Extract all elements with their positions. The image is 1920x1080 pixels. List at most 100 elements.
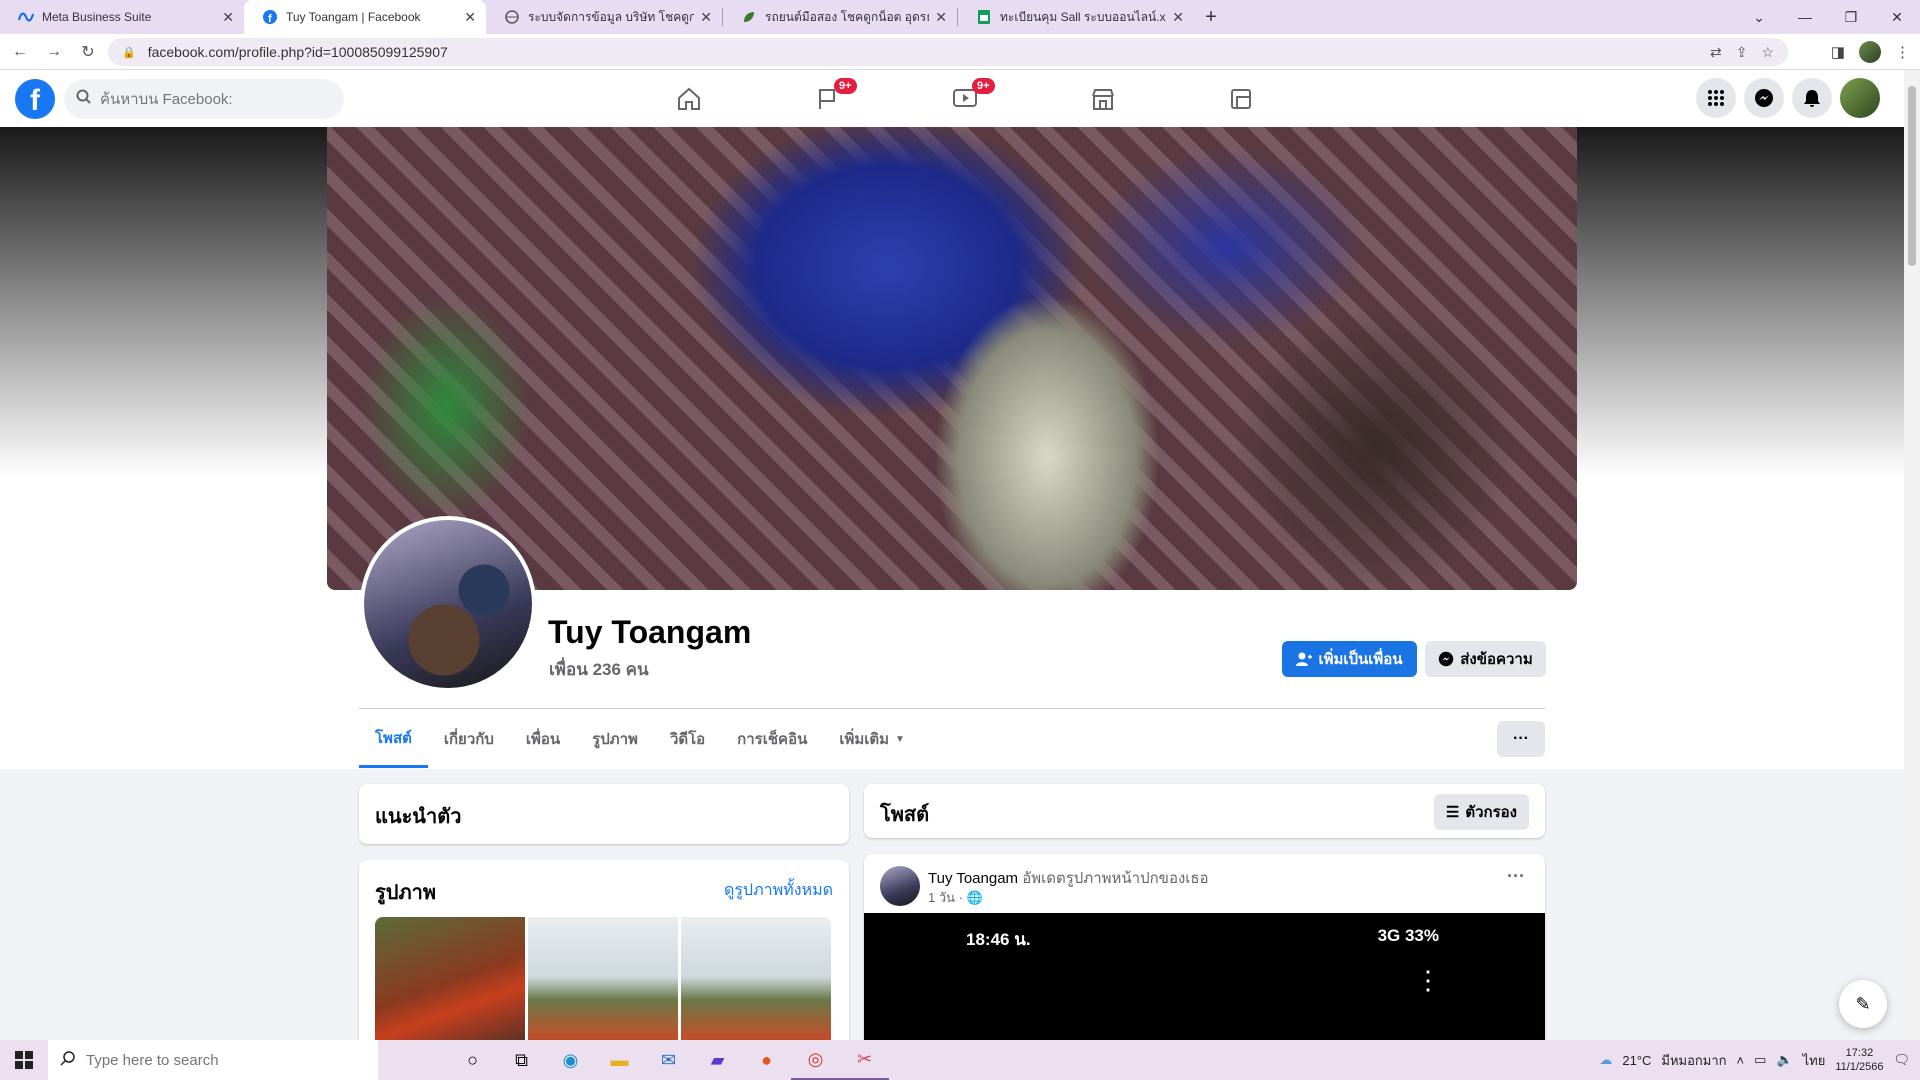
nav-watch[interactable]: 9+ bbox=[896, 70, 1034, 127]
close-icon[interactable]: ✕ bbox=[464, 9, 476, 26]
nav-pages[interactable]: 9+ bbox=[758, 70, 896, 127]
volume-icon[interactable]: 🔈 bbox=[1776, 1052, 1792, 1068]
side-panel-icon[interactable]: ◨ bbox=[1831, 43, 1845, 61]
new-message-compose-icon[interactable]: ✎ bbox=[1839, 980, 1887, 1028]
facebook-logo[interactable]: f bbox=[15, 79, 55, 119]
menu-grid-icon[interactable] bbox=[1696, 78, 1736, 118]
tab-checkins[interactable]: การเช็คอิน bbox=[721, 710, 823, 768]
close-icon[interactable]: ✕ bbox=[222, 9, 234, 26]
snipping-tool-icon[interactable]: ✂ bbox=[840, 1040, 889, 1080]
bookmark-star-icon[interactable]: ☆ bbox=[1761, 44, 1774, 61]
url-field[interactable]: 🔒 facebook.com/profile.php?id=1000850991… bbox=[108, 38, 1788, 66]
cover-photo[interactable] bbox=[327, 127, 1577, 590]
tab-friends[interactable]: เพื่อน bbox=[510, 710, 576, 768]
intro-title: แนะนำตัว bbox=[375, 806, 462, 828]
close-icon[interactable]: ✕ bbox=[1172, 9, 1184, 26]
nav-marketplace[interactable] bbox=[1034, 70, 1172, 127]
tab-sheets[interactable]: ทะเบียนคุม Sall ระบบออนไลน์.xlsx - G ✕ bbox=[958, 0, 1194, 34]
tab-company-system[interactable]: ระบบจัดการข้อมูล บริษัท โชคดูกน็อต ยุ ✕ bbox=[486, 0, 722, 34]
close-icon[interactable]: ✕ bbox=[700, 9, 712, 26]
search-icon bbox=[60, 1050, 76, 1070]
forward-icon[interactable]: → bbox=[40, 43, 68, 61]
post-author-avatar[interactable] bbox=[880, 866, 920, 906]
tab-meta-business-suite[interactable]: Meta Business Suite ✕ bbox=[0, 0, 244, 34]
tab-used-cars[interactable]: รถยนต์มือสอง โชคดูกน็อต อุดรธานี ✕ bbox=[723, 0, 957, 34]
add-friend-button[interactable]: เพิ่มเป็นเพื่อน bbox=[1282, 641, 1417, 677]
image-kebab-icon: ⋮ bbox=[1415, 965, 1441, 995]
search-icon bbox=[76, 89, 92, 109]
friend-count[interactable]: เพื่อน 236 คน bbox=[549, 656, 649, 683]
profile-more-options-button[interactable]: ··· bbox=[1497, 721, 1545, 757]
windows-taskbar: ○ ⧉ ◉ ▬ ✉ ▰ ● ◎ ✂ ☁ 21°C มีหมอกมาก ˄ ▭ 🔈… bbox=[0, 1040, 1920, 1080]
address-bar-row: ← → ↻ 🔒 facebook.com/profile.php?id=1000… bbox=[0, 34, 1920, 70]
notification-center-icon[interactable]: 🗨 bbox=[1893, 1052, 1910, 1068]
clock[interactable]: 17:32 11/1/2566 bbox=[1835, 1046, 1883, 1074]
profile-picture[interactable] bbox=[360, 516, 536, 692]
see-all-photos-link[interactable]: ดูรูปภาพทั้งหมด bbox=[724, 878, 833, 903]
close-window-icon[interactable]: ✕ bbox=[1874, 9, 1920, 26]
post-meta: 1 วัน · 🌐 bbox=[928, 887, 983, 908]
tab-more[interactable]: เพิ่มเติม ▼ bbox=[823, 710, 921, 768]
restore-icon[interactable]: ❐ bbox=[1828, 9, 1874, 26]
messenger-icon[interactable] bbox=[1744, 78, 1784, 118]
photo-thumbnail[interactable] bbox=[375, 917, 525, 1060]
input-language[interactable]: ไทย bbox=[1803, 1050, 1826, 1071]
new-tab-button[interactable]: + bbox=[1194, 6, 1228, 29]
scrollbar-thumb[interactable] bbox=[1908, 86, 1916, 266]
post-image[interactable]: 18:46 น. 3G 33% ⋮ bbox=[864, 913, 1545, 1060]
taskbar-search[interactable] bbox=[48, 1040, 378, 1080]
taskbar-search-input[interactable] bbox=[86, 1051, 286, 1069]
nav-gaming[interactable] bbox=[1172, 70, 1310, 127]
mail-icon[interactable]: ✉ bbox=[644, 1040, 693, 1080]
browser-tab-strip: Meta Business Suite ✕ f Tuy Toangam | Fa… bbox=[0, 0, 1920, 34]
edge-icon[interactable]: ◉ bbox=[546, 1040, 595, 1080]
photo-thumbnail[interactable] bbox=[528, 917, 678, 1060]
reload-icon[interactable]: ↻ bbox=[74, 42, 102, 62]
network-icon[interactable]: ▭ bbox=[1754, 1052, 1766, 1068]
caret-down-icon: ▼ bbox=[895, 733, 905, 745]
post-author-name[interactable]: Tuy Toangam bbox=[928, 870, 1018, 887]
posts-header-card: โพสต์ ☰ ตัวกรอง bbox=[864, 784, 1545, 838]
translate-icon[interactable]: ⇄ bbox=[1710, 44, 1722, 61]
tab-about[interactable]: เกี่ยวกับ bbox=[428, 710, 510, 768]
post-timestamp[interactable]: 1 วัน · bbox=[928, 890, 967, 905]
send-message-button[interactable]: ส่งข้อความ bbox=[1425, 641, 1546, 677]
file-explorer-icon[interactable]: ▬ bbox=[595, 1040, 644, 1080]
chrome-icon[interactable]: ◎ bbox=[791, 1040, 840, 1080]
tab-videos[interactable]: วิดีโอ bbox=[654, 710, 721, 768]
windows-start-icon[interactable] bbox=[0, 1040, 48, 1080]
messenger-icon bbox=[1439, 651, 1454, 667]
weather-desc[interactable]: มีหมอกมาก bbox=[1661, 1050, 1726, 1071]
back-icon[interactable]: ← bbox=[6, 43, 34, 61]
tab-tuy-toangam[interactable]: f Tuy Toangam | Facebook ✕ bbox=[244, 0, 486, 34]
facebook-header-actions bbox=[1696, 78, 1880, 118]
page-scrollbar[interactable] bbox=[1904, 70, 1920, 1040]
post-options-icon[interactable]: ··· bbox=[1507, 866, 1525, 887]
search-input[interactable] bbox=[100, 90, 320, 108]
filter-button[interactable]: ☰ ตัวกรอง bbox=[1433, 794, 1529, 830]
browser-profile-avatar[interactable] bbox=[1859, 40, 1881, 63]
tab-photos[interactable]: รูปภาพ bbox=[576, 710, 654, 768]
window-controls: ⌄ — ❐ ✕ bbox=[1736, 0, 1920, 34]
tab-search-icon[interactable]: ⌄ bbox=[1736, 9, 1782, 26]
task-view-icon[interactable]: ⧉ bbox=[497, 1040, 546, 1080]
chevron-up-icon[interactable]: ˄ bbox=[1737, 1053, 1745, 1068]
browser-menu-icon[interactable]: ⋮ bbox=[1895, 43, 1910, 61]
gaming-icon bbox=[1231, 88, 1251, 109]
photo-thumbnail[interactable] bbox=[681, 917, 831, 1060]
minimize-icon[interactable]: — bbox=[1782, 9, 1828, 25]
notifications-bell-icon[interactable] bbox=[1792, 78, 1832, 118]
account-avatar[interactable] bbox=[1840, 78, 1880, 118]
taskbar-apps: ○ ⧉ ◉ ▬ ✉ ▰ ● ◎ ✂ bbox=[448, 1040, 889, 1080]
facebook-search[interactable] bbox=[64, 79, 344, 119]
cortana-icon[interactable]: ○ bbox=[448, 1040, 497, 1080]
tab-posts[interactable]: โพสต์ bbox=[359, 710, 428, 768]
profile-tabs: โพสต์ เกี่ยวกับ เพื่อน รูปภาพ วิดีโอ การ… bbox=[359, 710, 921, 770]
home-icon bbox=[678, 87, 700, 110]
share-icon[interactable]: ⇪ bbox=[1736, 44, 1748, 61]
close-icon[interactable]: ✕ bbox=[935, 9, 947, 26]
weather-temp[interactable]: 21°C bbox=[1622, 1053, 1651, 1068]
app-purple-icon[interactable]: ▰ bbox=[693, 1040, 742, 1080]
firefox-icon[interactable]: ● bbox=[742, 1040, 791, 1080]
nav-home[interactable] bbox=[620, 70, 758, 127]
